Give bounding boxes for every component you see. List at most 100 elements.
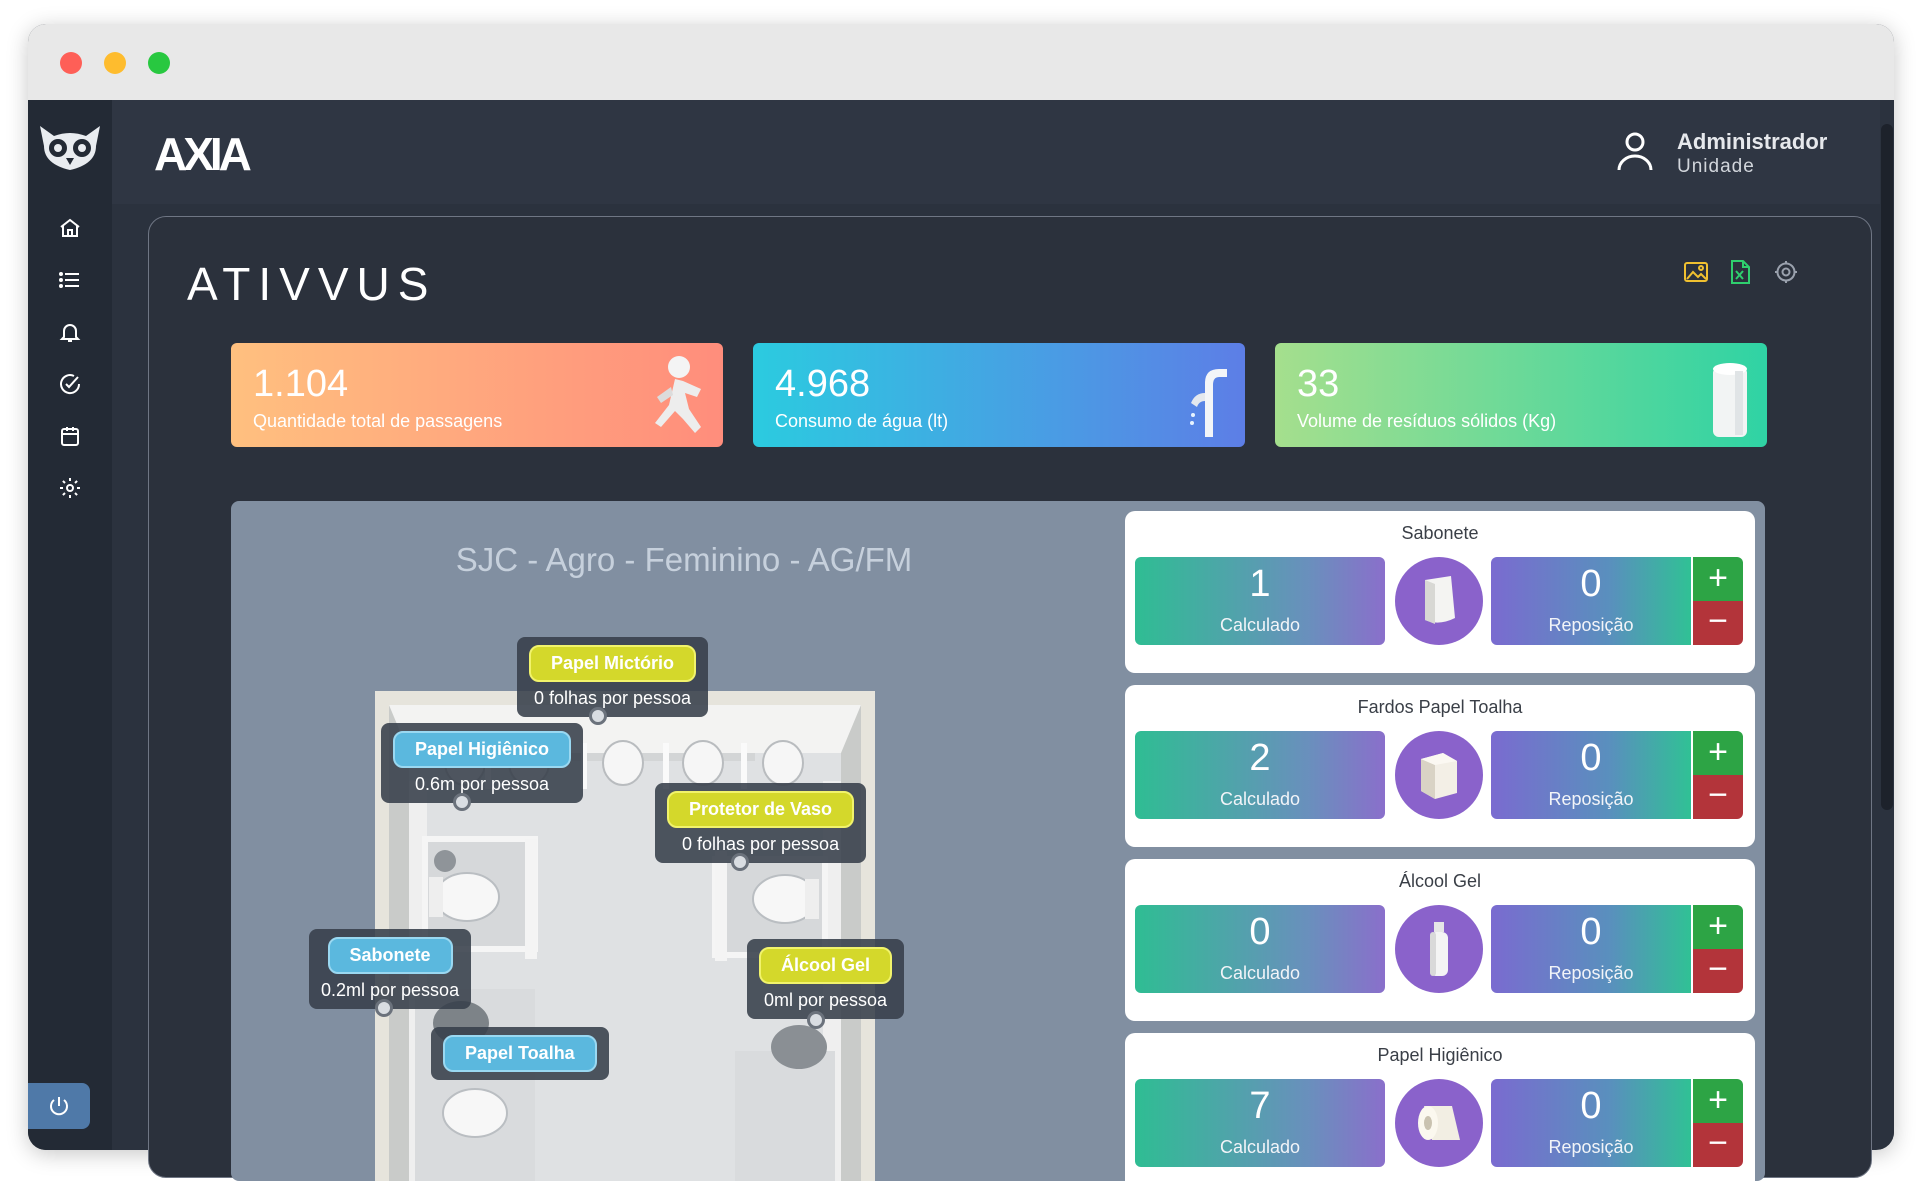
scrollbar-thumb[interactable]: [1881, 124, 1893, 810]
kpi-label: Quantidade total de passagens: [253, 411, 503, 431]
decrement-button[interactable]: −: [1693, 775, 1743, 819]
decrement-button[interactable]: −: [1693, 1123, 1743, 1167]
increment-button[interactable]: +: [1693, 557, 1743, 601]
kpi-value: 4.968: [775, 363, 871, 405]
sidebar-item-notifications[interactable]: [48, 310, 92, 354]
calculated-box: 1 Calculado: [1135, 557, 1385, 645]
export-excel-button[interactable]: [1723, 255, 1757, 289]
user-icon[interactable]: [1616, 130, 1654, 172]
sensor-pin[interactable]: [807, 1011, 825, 1029]
minimize-window-button[interactable]: [104, 52, 126, 74]
decrement-button[interactable]: −: [1693, 949, 1743, 993]
maximize-window-button[interactable]: [148, 52, 170, 74]
running-person-icon: [655, 356, 701, 433]
tag-papel-mictorio[interactable]: Papel Mictório 0 folhas por pessoa: [517, 637, 709, 717]
tag-name: Álcool Gel: [759, 947, 893, 984]
sensor-pin[interactable]: [589, 707, 607, 725]
supply-image: [1395, 905, 1483, 993]
owl-logo-icon: [40, 126, 100, 170]
calculated-box: 0 Calculado: [1135, 905, 1385, 993]
sidebar-item-calendar[interactable]: [48, 414, 92, 458]
replenish-value: 0: [1580, 1085, 1602, 1127]
svg-text:AXIA: AXIA: [154, 128, 251, 178]
supply-image: [1395, 731, 1483, 819]
kpi-waste: 33 Volume de resíduos sólidos (Kg): [1275, 343, 1767, 447]
gel-bottle-icon: [1430, 922, 1448, 976]
calculated-box: 7 Calculado: [1135, 1079, 1385, 1167]
replenish-box: 0 Reposição: [1491, 557, 1691, 645]
room-view: SJC - Agro - Feminino - AG/FM Papel Mict…: [231, 501, 1765, 1181]
logout-button[interactable]: [28, 1083, 90, 1129]
kpi-passages: 1.104 Quantidade total de passagens: [231, 343, 723, 447]
sidebar-item-settings[interactable]: [48, 466, 92, 510]
replenish-label: Reposição: [1548, 789, 1634, 809]
tag-name: Sabonete: [327, 937, 453, 974]
kpi-water: 4.968 Consumo de água (lt): [753, 343, 1245, 447]
supply-title: Sabonete: [1401, 523, 1479, 543]
towel-dispenser-icon: [1421, 753, 1457, 799]
supply-image: [1395, 557, 1483, 645]
calculated-label: Calculado: [1219, 1137, 1301, 1157]
gear-icon: [60, 478, 80, 498]
sensor-pin[interactable]: [731, 853, 749, 871]
list-icon: [59, 272, 79, 288]
calculated-box: 2 Calculado: [1135, 731, 1385, 819]
calculated-label: Calculado: [1219, 963, 1301, 983]
home-icon: [60, 218, 80, 237]
kpi-label: Volume de resíduos sólidos (Kg): [1297, 411, 1557, 431]
tag-detail: 0 folhas por pessoa: [533, 688, 692, 708]
export-image-button[interactable]: [1679, 255, 1713, 289]
sidebar: [28, 100, 112, 1150]
window-titlebar: [28, 24, 1894, 100]
sidebar-item-tasks[interactable]: [48, 362, 92, 406]
replenish-label: Reposição: [1548, 963, 1634, 983]
calculated-value: 0: [1249, 911, 1271, 953]
supply-title: Fardos Papel Toalha: [1357, 697, 1523, 717]
decrement-button[interactable]: −: [1693, 601, 1743, 645]
close-window-button[interactable]: [60, 52, 82, 74]
sensor-pin[interactable]: [453, 793, 471, 811]
panel-title: ATIVVUS: [187, 258, 437, 310]
calendar-icon: [61, 427, 79, 446]
tag-name: Papel Higiênico: [393, 731, 572, 768]
toilet-paper-icon: [1418, 1106, 1460, 1140]
panel-settings-button[interactable]: [1769, 255, 1803, 289]
image-icon: [1684, 262, 1708, 282]
replenish-label: Reposição: [1548, 1137, 1634, 1157]
replenish-box: 0 Reposição: [1491, 905, 1691, 993]
replenish-label: Reposição: [1548, 615, 1634, 635]
increment-button[interactable]: +: [1693, 905, 1743, 949]
increment-button[interactable]: +: [1693, 1079, 1743, 1123]
sensor-pin[interactable]: [375, 999, 393, 1017]
calculated-label: Calculado: [1219, 789, 1301, 809]
user-role: Unidade: [1677, 156, 1755, 177]
supply-card-papel-toalha: Fardos Papel Toalha 2 Calculado 0 Reposi…: [1125, 685, 1755, 847]
tag-detail: 0.2ml por pessoa: [321, 980, 460, 1000]
sidebar-item-list[interactable]: [48, 258, 92, 302]
sidebar-item-home[interactable]: [48, 206, 92, 250]
tag-papel-higienico[interactable]: Papel Higiênico 0.6m por pessoa: [381, 723, 584, 803]
tag-alcool-gel[interactable]: Álcool Gel 0ml por pessoa: [747, 939, 905, 1019]
dashboard-panel: ATIVVUS 1.104 Quantidade total de passag…: [148, 216, 1872, 1181]
increment-button[interactable]: +: [1693, 731, 1743, 775]
replenish-value: 0: [1580, 911, 1602, 953]
supply-image: [1395, 1079, 1483, 1167]
supply-card-papel-higienico: Papel Higiênico 7 Calculado 0 Reposição …: [1125, 1033, 1755, 1181]
calculated-label: Calculado: [1219, 615, 1301, 635]
tag-sabonete[interactable]: Sabonete 0.2ml por pessoa: [309, 929, 472, 1009]
tag-detail: 0 folhas por pessoa: [681, 834, 840, 854]
calculated-value: 1: [1249, 563, 1271, 605]
trash-bin-icon: [1713, 363, 1747, 437]
replenish-value: 0: [1580, 563, 1602, 605]
user-name[interactable]: Administrador: [1677, 129, 1827, 155]
tag-papel-toalha[interactable]: Papel Toalha: [431, 1027, 609, 1080]
supply-card-sabonete: Sabonete 1 Calculado 0 Reposição + −: [1125, 511, 1755, 673]
bell-icon: [59, 324, 81, 342]
tag-protetor-de-vaso[interactable]: Protetor de Vaso 0 folhas por pessoa: [655, 783, 867, 863]
supply-title: Papel Higiênico: [1377, 1045, 1503, 1065]
check-circle-icon: [60, 374, 81, 395]
replenish-box: 0 Reposição: [1491, 1079, 1691, 1167]
kpi-value: 33: [1297, 363, 1340, 405]
kpi-label: Consumo de água (lt): [775, 411, 949, 431]
supply-title: Álcool Gel: [1398, 871, 1482, 891]
